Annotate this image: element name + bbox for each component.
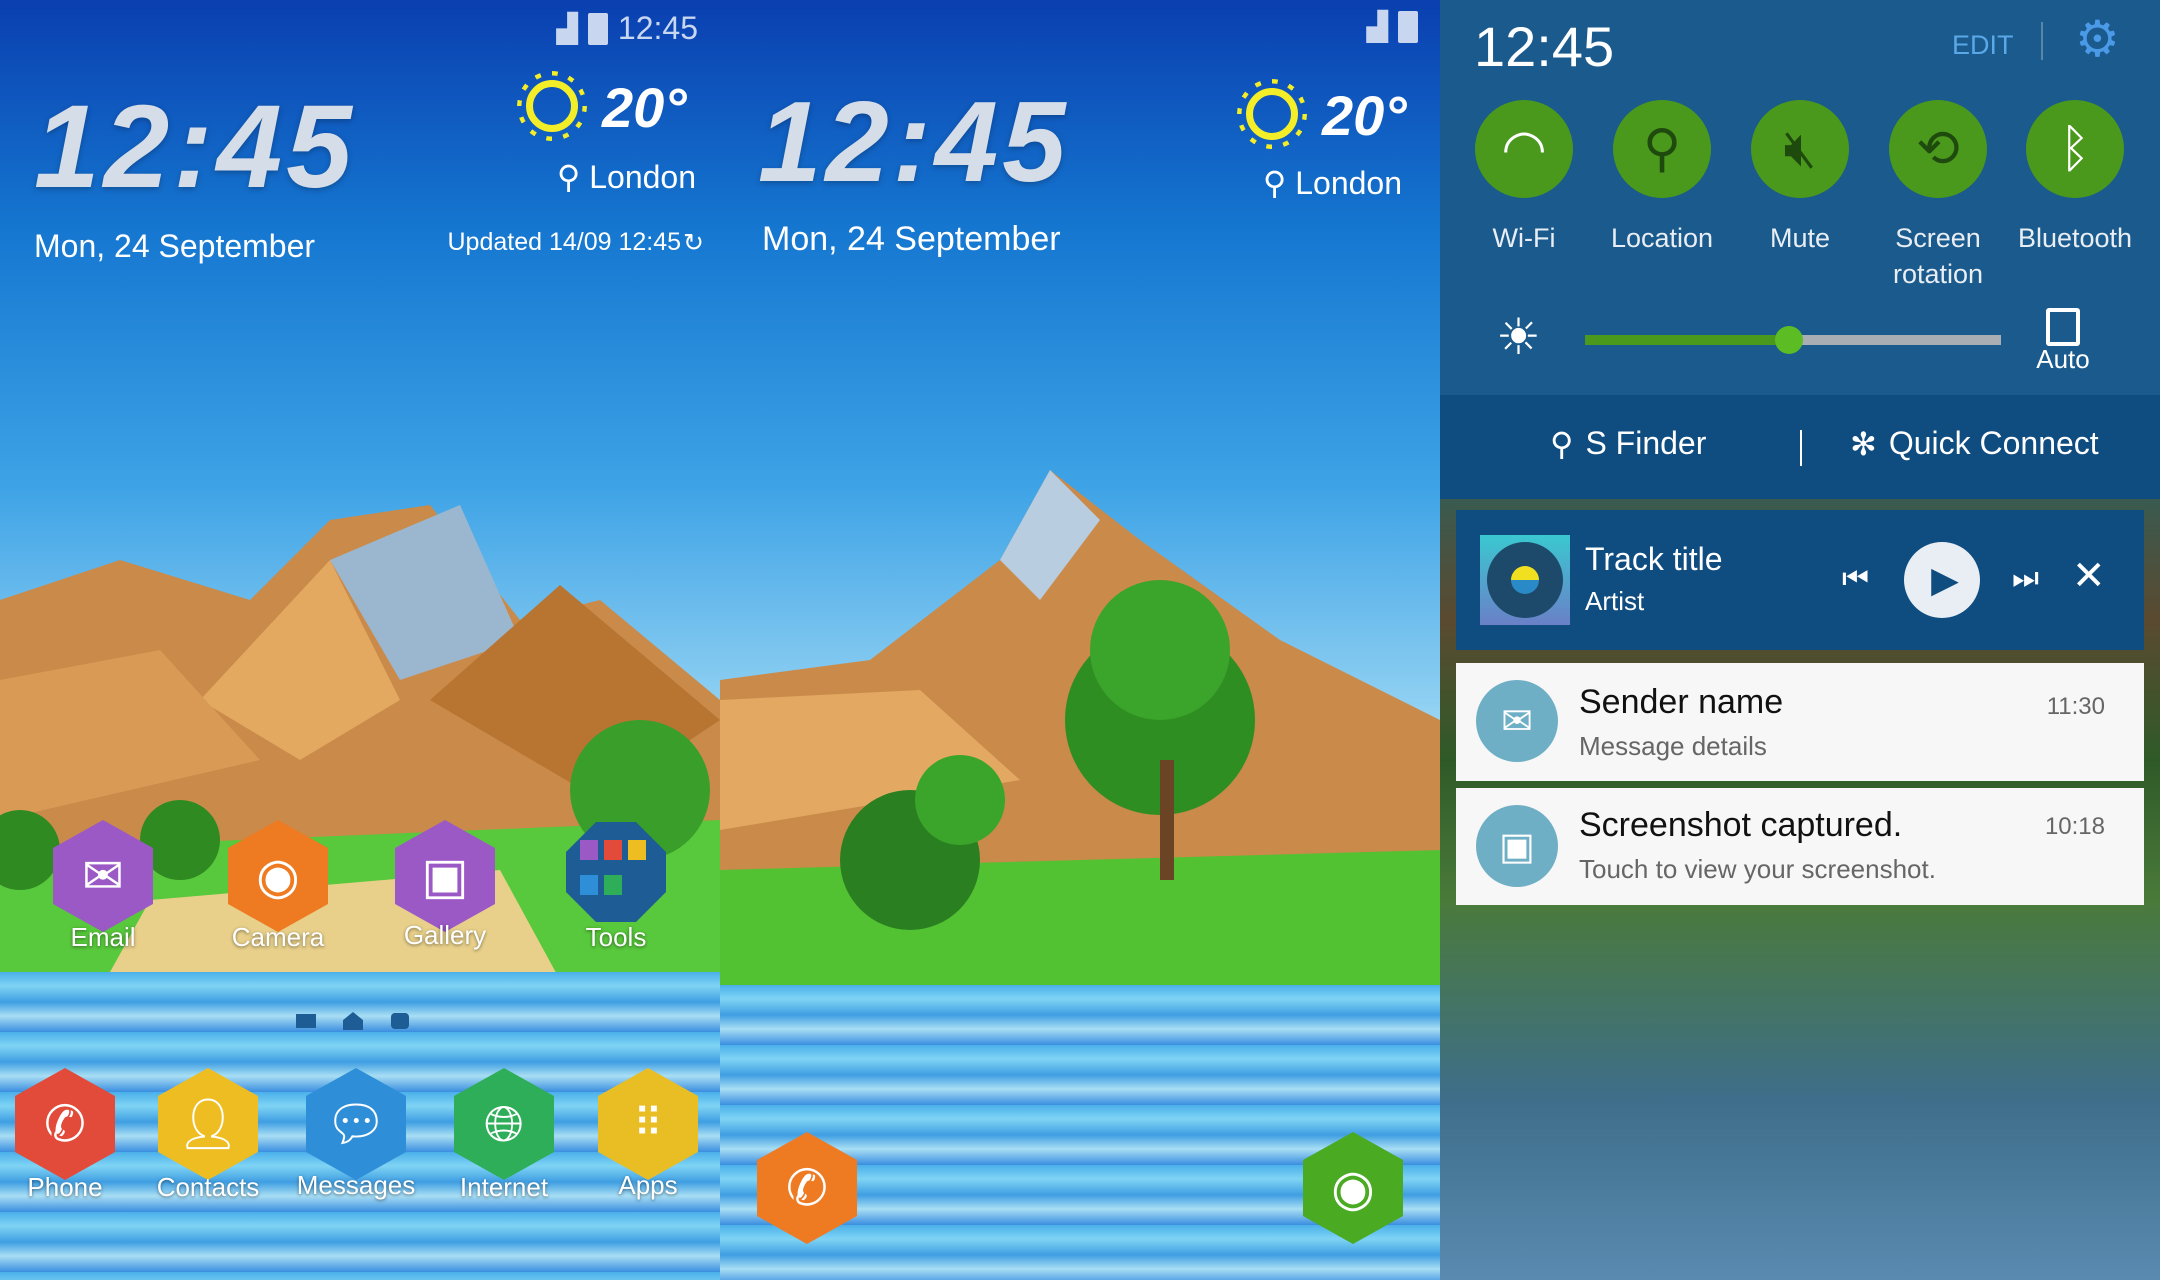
toggle-label: Location	[1610, 223, 1714, 253]
search-icon: ⚲	[1550, 426, 1574, 462]
lock-screen: ▟ 12:45 20° ⚲ London Mon, 24 September ✆…	[720, 0, 1440, 1280]
toggle-label: Screen rotation	[1892, 223, 1984, 289]
grid-icon: ⠿	[633, 1102, 663, 1146]
updated-label: Updated 14/09 12:45	[447, 228, 682, 256]
next-track-icon[interactable]: ⏭︎	[2012, 562, 2039, 596]
camera-icon: ◉	[256, 848, 300, 904]
notification-title: Screenshot captured.	[1579, 806, 1903, 844]
location-pin-icon: ⚲	[556, 159, 590, 195]
toggle-wifi[interactable]: ◠	[1475, 100, 1573, 198]
phone-icon: ✆	[786, 1160, 828, 1216]
toggle-bluetooth[interactable]: ᛒ	[2026, 100, 2124, 198]
location-pin-icon: ⚲	[1642, 120, 1682, 178]
envelope-icon: ✉	[1476, 680, 1558, 762]
dock-apps-label: Apps	[618, 1170, 678, 1200]
dock-messages-label: Messages	[296, 1170, 416, 1200]
s-finder-button[interactable]: ⚲ S Finder	[1550, 425, 1706, 463]
lock-clock: 12:45	[758, 79, 1070, 206]
s-finder-label: S Finder	[1585, 425, 1707, 461]
wallpaper-water	[720, 985, 1440, 1280]
status-bar: ▟ 12:45	[556, 10, 698, 47]
toggle-label: Mute	[1769, 223, 1831, 253]
status-time: 12:45	[617, 10, 698, 46]
divider	[1800, 430, 1802, 466]
toggle-mute[interactable]: 🔇︎	[1751, 100, 1849, 198]
battery-icon	[587, 12, 608, 45]
toggle-label: Wi-Fi	[1492, 223, 1556, 253]
weather-location[interactable]: ⚲ London	[557, 158, 696, 196]
clock-widget[interactable]: 12:45	[34, 88, 356, 206]
date-label: Mon, 24 September	[762, 220, 1061, 258]
temperature[interactable]: 20°	[602, 80, 687, 136]
notification-message[interactable]	[1456, 663, 2144, 781]
picture-icon: ▣	[421, 848, 469, 904]
rotation-icon: ⟲	[1916, 120, 1960, 178]
notification-title: Sender name	[1579, 683, 1784, 721]
sun-icon	[526, 80, 578, 132]
mute-icon: 🔇︎	[1783, 119, 1817, 178]
phone-icon: ✆	[44, 1096, 86, 1152]
page-indicator-list[interactable]	[296, 1014, 316, 1028]
quick-connect-button[interactable]: ✻ Quick Connect	[1850, 425, 2099, 463]
sun-icon	[1246, 88, 1298, 140]
signal-icon: ▟	[1366, 11, 1388, 42]
notification-detail: Message details	[1579, 731, 1767, 761]
wifi-icon: ◠	[1501, 120, 1547, 178]
toggle-screen-rotation[interactable]: ⟲	[1889, 100, 1987, 198]
quick-connect-icon: ✻	[1850, 426, 1877, 462]
track-artist: Artist	[1585, 586, 1645, 616]
location-pin-icon: ⚲	[1262, 165, 1296, 201]
notification-time: 10:18	[2044, 813, 2105, 840]
person-icon: 👤︎	[176, 1095, 240, 1152]
previous-track-icon[interactable]: ⏮︎	[1842, 562, 1869, 596]
quick-connect-label: Quick Connect	[1888, 425, 2099, 461]
folder-tools[interactable]	[566, 822, 666, 922]
image-icon: ▣	[1476, 805, 1558, 887]
location-label: London	[1295, 165, 1402, 201]
dock-contacts-label: Contacts	[156, 1172, 260, 1202]
play-icon: ▶	[1931, 559, 1959, 600]
camera-icon: ◉	[1331, 1160, 1375, 1216]
home-screen: ▟ 12:45 12:45 20° ⚲ London Mon, 24 Septe…	[0, 0, 720, 1280]
refresh-icon[interactable]: ↻	[683, 228, 704, 258]
brightness-fill	[1585, 335, 1789, 345]
track-title: Track title	[1585, 541, 1723, 577]
edit-button[interactable]: EDIT	[1952, 30, 2014, 61]
album-art	[1480, 535, 1570, 625]
panel-time: 12:45	[1474, 15, 1615, 78]
play-button[interactable]: ▶	[1904, 542, 1980, 618]
temperature: 20°	[1322, 84, 1407, 147]
auto-brightness-checkbox[interactable]	[2046, 308, 2080, 346]
auto-brightness-label: Auto	[2036, 344, 2090, 374]
toggle-label: Bluetooth	[2017, 223, 2133, 253]
folder-tools-label: Tools	[585, 922, 647, 952]
envelope-icon: ✉	[82, 848, 124, 904]
bluetooth-icon: ᛒ	[2059, 120, 2091, 178]
chat-icon: 💬︎	[324, 1095, 388, 1152]
weather-location: ⚲ London	[1263, 164, 1402, 202]
battery-icon	[1398, 10, 1418, 43]
status-bar: ▟	[1366, 10, 1418, 43]
globe-icon: 🌐︎	[484, 1095, 524, 1152]
page-indicator-page[interactable]	[391, 1013, 409, 1029]
date-label: Mon, 24 September	[34, 228, 316, 264]
app-email-label: Email	[70, 922, 136, 952]
brightness-thumb[interactable]	[1774, 326, 1803, 354]
app-camera-label: Camera	[231, 922, 325, 952]
brightness-slider[interactable]	[1585, 326, 2001, 354]
app-gallery-label: Gallery	[403, 920, 487, 950]
close-icon[interactable]: ✕	[2072, 556, 2106, 596]
notification-time: 11:30	[2046, 693, 2105, 720]
notification-detail: Touch to view your screenshot.	[1579, 854, 1936, 884]
location-label: London	[589, 159, 696, 195]
settings-gear-icon[interactable]: ⚙	[2075, 14, 2120, 64]
divider	[2041, 22, 2043, 60]
weather-updated[interactable]: Updated 14/09 12:45 ↻	[448, 228, 705, 258]
brightness-icon: ☀	[1496, 309, 1541, 365]
toggle-location[interactable]: ⚲	[1613, 100, 1711, 198]
signal-icon: ▟	[556, 13, 578, 44]
